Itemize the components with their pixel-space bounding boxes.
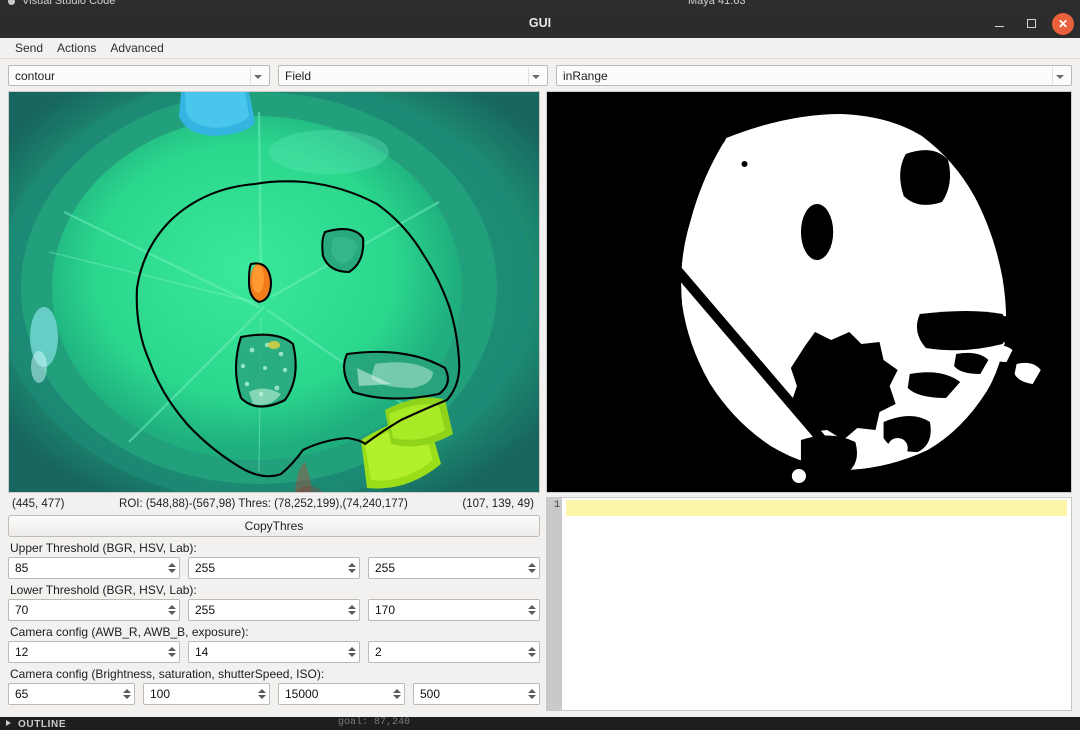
- lower-threshold-field-1[interactable]: 70: [8, 599, 180, 621]
- mode-select[interactable]: contour: [8, 65, 270, 86]
- gui-window: GUI ✕ Send Actions Advanced contour Fiel…: [0, 9, 1080, 717]
- camera-config-awb-field-3[interactable]: 2: [368, 641, 540, 663]
- vscode-logo-icon: [8, 0, 15, 5]
- stepper-icon[interactable]: [167, 602, 176, 618]
- editor-highlighted-line[interactable]: [566, 500, 1067, 516]
- stepper-icon[interactable]: [167, 644, 176, 660]
- camera-config-awb-field-2[interactable]: 14: [188, 641, 360, 663]
- chevron-right-icon: [6, 720, 11, 726]
- stepper-icon[interactable]: [347, 644, 356, 660]
- menu-item-advanced[interactable]: Advanced: [103, 38, 170, 59]
- camera-config-exposure-row: 65 100 15000 500: [8, 683, 540, 705]
- stepper-icon[interactable]: [257, 686, 266, 702]
- camera-config-exposure-field-4[interactable]: 500: [413, 683, 540, 705]
- method-select[interactable]: inRange: [556, 65, 1072, 86]
- minimize-button[interactable]: [988, 13, 1010, 35]
- roi-threshold-readout: ROI: (548,88)-(567,98) Thres: (78,252,19…: [119, 498, 408, 510]
- camera-config-exposure-value-2: 100: [150, 687, 171, 701]
- camera-config-awb-field-1[interactable]: 12: [8, 641, 180, 663]
- lower-threshold-value-2: 255: [195, 603, 216, 617]
- background-code-snippet: goal: 87,240: [338, 717, 411, 728]
- menu-item-actions[interactable]: Actions: [50, 38, 103, 59]
- right-column: 1: [546, 91, 1072, 717]
- camera-config-exposure-value-1: 65: [15, 687, 29, 701]
- selector-row: contour Field inRange: [0, 59, 1080, 91]
- target-select-divider: [528, 67, 529, 84]
- lower-threshold-row: 70 255 170: [8, 599, 540, 621]
- lower-threshold-field-3[interactable]: 170: [368, 599, 540, 621]
- stepper-icon[interactable]: [527, 644, 536, 660]
- outline-panel-label: OUTLINE: [18, 719, 67, 730]
- left-column: (445, 477) ROI: (548,88)-(567,98) Thres:…: [8, 91, 540, 717]
- upper-threshold-label: Upper Threshold (BGR, HSV, Lab):: [10, 541, 197, 555]
- camera-config-exposure-field-3[interactable]: 15000: [278, 683, 405, 705]
- camera-config-exposure-field-1[interactable]: 65: [8, 683, 135, 705]
- copy-thres-button[interactable]: CopyThres: [8, 515, 540, 537]
- lower-threshold-field-2[interactable]: 255: [188, 599, 360, 621]
- background-app-title: Visual Studio Code: [22, 0, 116, 7]
- window-title: GUI: [528, 16, 552, 30]
- stepper-icon[interactable]: [167, 560, 176, 576]
- target-select-value: Field: [285, 68, 312, 83]
- upper-threshold-value-3: 255: [375, 561, 396, 575]
- window-titlebar[interactable]: GUI ✕: [0, 9, 1080, 38]
- menu-bar: Send Actions Advanced: [0, 38, 1080, 59]
- method-select-divider: [1052, 67, 1053, 84]
- upper-threshold-field-2[interactable]: 255: [188, 557, 360, 579]
- stepper-icon[interactable]: [527, 686, 536, 702]
- lower-threshold-value-3: 170: [375, 603, 396, 617]
- camera-config-exposure-label: Camera config (Brightness, saturation, s…: [10, 667, 325, 681]
- chevron-down-icon: [1056, 75, 1064, 79]
- editor-body[interactable]: [562, 498, 1071, 710]
- upper-threshold-row: 85 255 255: [8, 557, 540, 579]
- stepper-icon[interactable]: [347, 602, 356, 618]
- mask-preview-panel[interactable]: [546, 91, 1072, 493]
- status-bar: (445, 477) ROI: (548,88)-(567,98) Thres:…: [8, 493, 540, 513]
- maximize-button[interactable]: [1020, 13, 1042, 35]
- cursor-coordinates: (445, 477): [12, 498, 65, 510]
- lower-threshold-label: Lower Threshold (BGR, HSV, Lab):: [10, 583, 197, 597]
- upper-threshold-field-1[interactable]: 85: [8, 557, 180, 579]
- editor-gutter: 1: [547, 498, 562, 710]
- menu-item-send[interactable]: Send: [8, 38, 50, 59]
- output-editor-panel[interactable]: 1: [546, 497, 1072, 711]
- stepper-icon[interactable]: [347, 560, 356, 576]
- upper-threshold-value-1: 85: [15, 561, 29, 575]
- background-titlebar: Visual Studio Code Maya 41.63: [0, 0, 1080, 9]
- camera-config-awb-value-3: 2: [375, 645, 382, 659]
- camera-config-exposure-value-4: 500: [420, 687, 441, 701]
- background-right-title: Maya 41.63: [688, 0, 746, 7]
- camera-config-awb-value-2: 14: [195, 645, 209, 659]
- background-outline-panel: OUTLINE goal: 87,240: [0, 716, 1080, 730]
- binary-mask-image: [547, 92, 1071, 492]
- target-select[interactable]: Field: [278, 65, 548, 86]
- method-select-value: inRange: [563, 68, 608, 83]
- upper-threshold-value-2: 255: [195, 561, 216, 575]
- editor-line-number: 1: [553, 500, 560, 511]
- mode-select-divider: [250, 67, 251, 84]
- stepper-icon[interactable]: [527, 602, 536, 618]
- stepper-icon[interactable]: [122, 686, 131, 702]
- close-button[interactable]: ✕: [1052, 12, 1074, 35]
- chevron-down-icon: [254, 75, 262, 79]
- camera-config-awb-value-1: 12: [15, 645, 29, 659]
- mode-select-value: contour: [15, 68, 56, 83]
- lower-threshold-value-1: 70: [15, 603, 29, 617]
- camera-preview-image: [9, 92, 539, 492]
- chevron-down-icon: [532, 75, 540, 79]
- camera-config-awb-row: 12 14 2: [8, 641, 540, 663]
- camera-config-awb-label: Camera config (AWB_R, AWB_B, exposure):: [10, 625, 249, 639]
- close-icon: ✕: [1057, 16, 1069, 31]
- main-content: (445, 477) ROI: (548,88)-(567,98) Thres:…: [0, 91, 1080, 717]
- upper-threshold-field-3[interactable]: 255: [368, 557, 540, 579]
- stepper-icon[interactable]: [392, 686, 401, 702]
- camera-config-exposure-value-3: 15000: [285, 687, 319, 701]
- stepper-icon[interactable]: [527, 560, 536, 576]
- window-controls: ✕: [988, 9, 1074, 38]
- camera-config-exposure-field-2[interactable]: 100: [143, 683, 270, 705]
- pixel-value-readout: (107, 139, 49): [462, 498, 534, 510]
- camera-preview-panel[interactable]: [8, 91, 540, 493]
